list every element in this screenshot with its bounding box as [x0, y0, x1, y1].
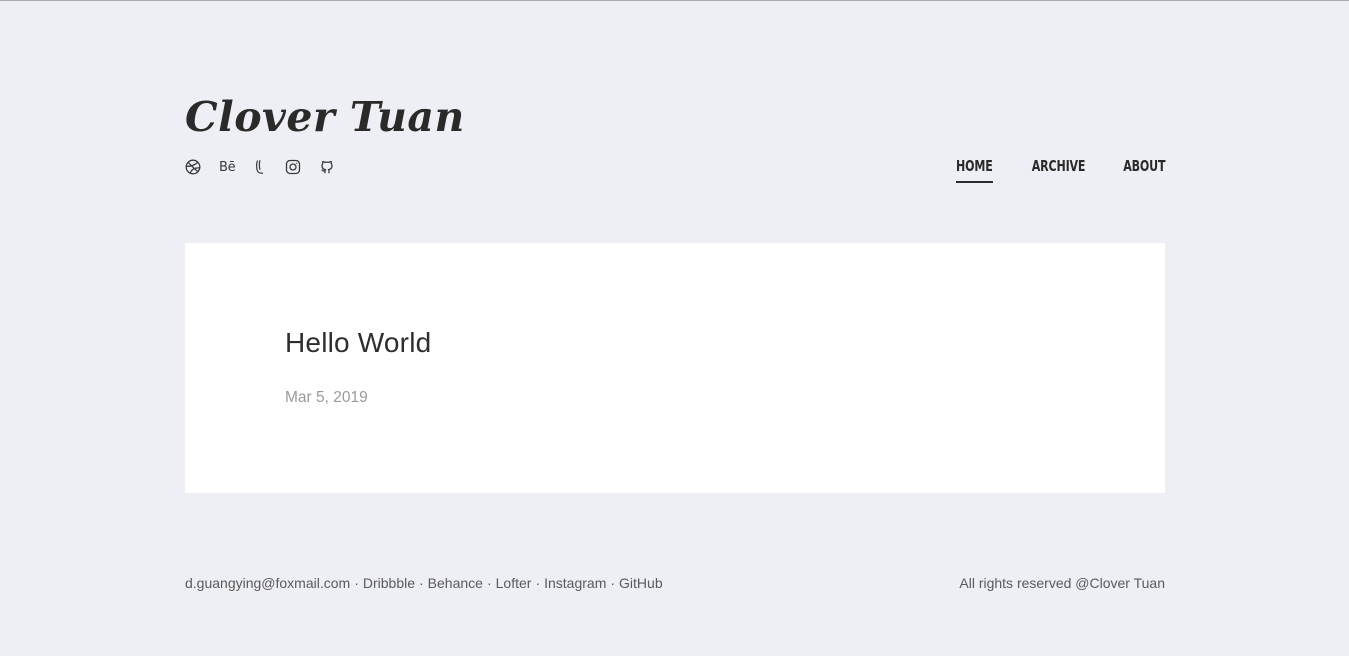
footer-separator: · [610, 575, 616, 591]
footer-link-lofter[interactable]: Lofter [496, 575, 532, 591]
post-date: Mar 5, 2019 [285, 389, 368, 406]
footer-email-link[interactable]: d.guangying@foxmail.com [185, 575, 350, 591]
post-card: Hello World Mar 5, 2019 [185, 243, 1165, 493]
footer-separator: · [535, 575, 541, 591]
footer-links: d.guangying@foxmail.com · Dribbble · Behance… [185, 575, 663, 591]
footer-separator: · [486, 575, 492, 591]
site-logo[interactable]: Clover Tuan [185, 92, 465, 142]
footer-link-behance[interactable]: Behance [428, 575, 483, 591]
copyright-text: All rights reserved @Clover Tuan [959, 575, 1165, 591]
footer-link-dribbble[interactable]: Dribbble [363, 575, 415, 591]
nav-about[interactable]: ABOUT [1123, 156, 1165, 176]
post-title[interactable]: Hello World [285, 327, 431, 359]
footer-link-github[interactable]: GitHub [619, 575, 663, 591]
main-nav: HOME ARCHIVE ABOUT [920, 156, 1165, 183]
instagram-icon[interactable] [285, 158, 301, 176]
behance-glyph: Bē [219, 159, 236, 175]
behance-icon[interactable]: Bē [219, 158, 236, 176]
dribbble-icon[interactable] [185, 158, 201, 176]
site-header: Clover Tuan Bē HOME ARCHIVE ABOUT [185, 92, 1165, 187]
social-links: Bē [185, 158, 353, 176]
nav-home[interactable]: HOME [955, 156, 992, 183]
nav-archive[interactable]: ARCHIVE [1032, 156, 1086, 176]
github-icon[interactable] [319, 158, 335, 176]
top-border [0, 0, 1349, 1]
footer-separator: · [354, 575, 359, 591]
lofter-icon[interactable] [253, 158, 267, 176]
site-footer: d.guangying@foxmail.com · Dribbble · Behance… [185, 575, 1165, 595]
footer-separator: · [419, 575, 424, 591]
footer-link-instagram[interactable]: Instagram [544, 575, 606, 591]
